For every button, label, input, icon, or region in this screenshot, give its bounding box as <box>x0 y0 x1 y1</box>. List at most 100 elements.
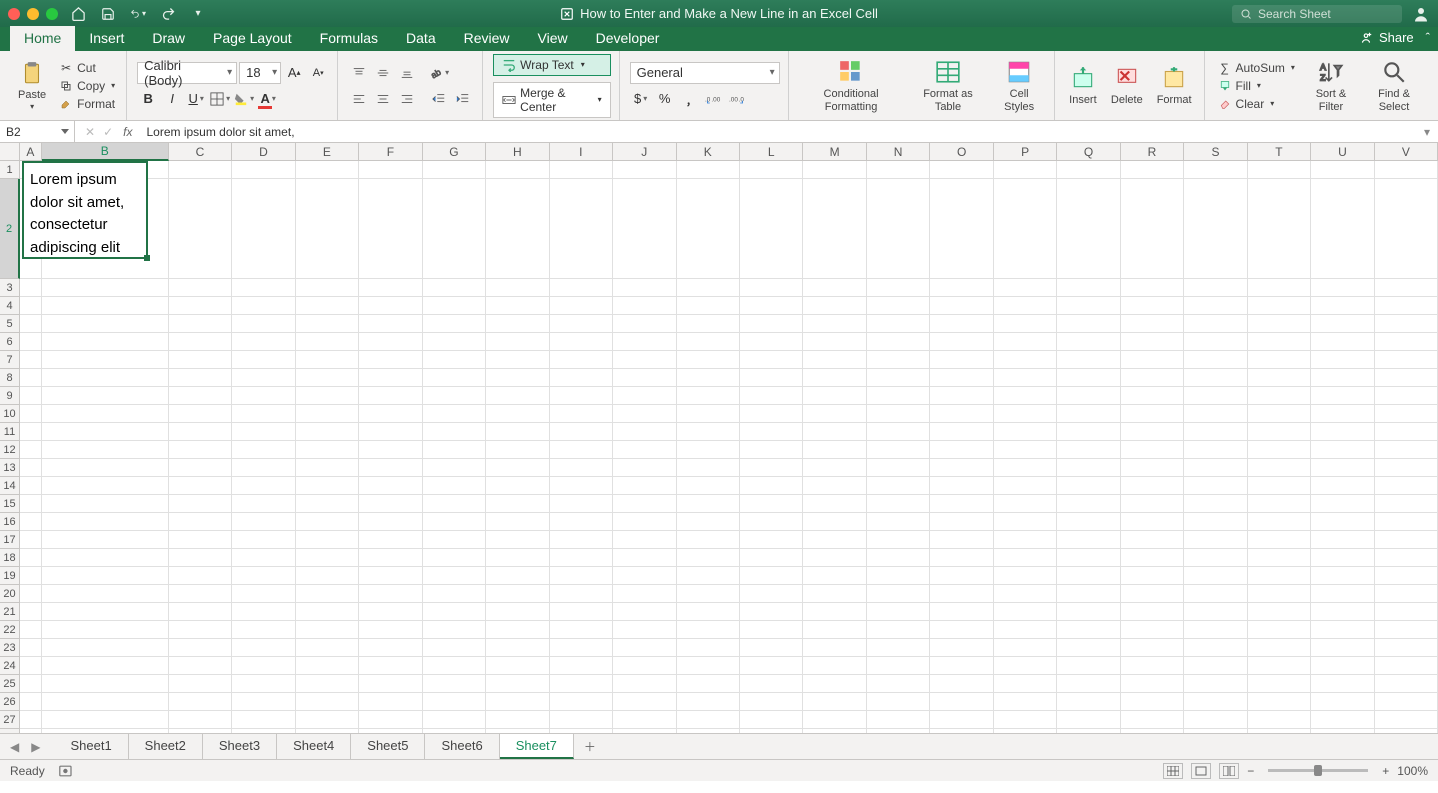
decrease-decimal-button[interactable]: .00.0 <box>726 88 748 110</box>
cell-O3[interactable] <box>930 279 993 297</box>
cell-L14[interactable] <box>740 477 803 495</box>
cell-O6[interactable] <box>930 333 993 351</box>
cell-S6[interactable] <box>1184 333 1247 351</box>
cell-P9[interactable] <box>994 387 1057 405</box>
cell-B5[interactable] <box>42 315 169 333</box>
conditional-formatting-button[interactable]: Conditional Formatting <box>799 56 904 114</box>
find-select-button[interactable]: Find & Select <box>1364 56 1424 114</box>
cell-E10[interactable] <box>296 405 359 423</box>
cell-M3[interactable] <box>803 279 866 297</box>
cell-I8[interactable] <box>550 369 613 387</box>
cell-A27[interactable] <box>20 711 42 729</box>
cell-P4[interactable] <box>994 297 1057 315</box>
cell-I28[interactable] <box>550 729 613 733</box>
cell-J20[interactable] <box>613 585 676 603</box>
active-cell[interactable]: Lorem ipsum dolor sit amet, consectetur … <box>22 161 148 259</box>
cell-J2[interactable] <box>613 179 676 279</box>
cell-C14[interactable] <box>169 477 232 495</box>
cell-S8[interactable] <box>1184 369 1247 387</box>
cell-A8[interactable] <box>20 369 42 387</box>
cell-T18[interactable] <box>1248 549 1311 567</box>
cell-D1[interactable] <box>232 161 295 179</box>
cell-R28[interactable] <box>1121 729 1184 733</box>
cell-T27[interactable] <box>1248 711 1311 729</box>
cell-D16[interactable] <box>232 513 295 531</box>
cell-Q11[interactable] <box>1057 423 1120 441</box>
cell-I16[interactable] <box>550 513 613 531</box>
cell-L12[interactable] <box>740 441 803 459</box>
cell-E28[interactable] <box>296 729 359 733</box>
cell-J15[interactable] <box>613 495 676 513</box>
cell-D5[interactable] <box>232 315 295 333</box>
cell-H9[interactable] <box>486 387 549 405</box>
row-header-14[interactable]: 14 <box>0 477 20 495</box>
cell-G19[interactable] <box>423 567 486 585</box>
cell-E1[interactable] <box>296 161 359 179</box>
column-header-J[interactable]: J <box>613 143 676 161</box>
cell-M23[interactable] <box>803 639 866 657</box>
cell-J6[interactable] <box>613 333 676 351</box>
cell-C3[interactable] <box>169 279 232 297</box>
cell-F26[interactable] <box>359 693 422 711</box>
cell-D28[interactable] <box>232 729 295 733</box>
cell-I4[interactable] <box>550 297 613 315</box>
cell-O24[interactable] <box>930 657 993 675</box>
redo-icon[interactable] <box>160 6 176 22</box>
cell-Q13[interactable] <box>1057 459 1120 477</box>
cell-A13[interactable] <box>20 459 42 477</box>
row-header-7[interactable]: 7 <box>0 351 20 369</box>
cell-G17[interactable] <box>423 531 486 549</box>
cell-V16[interactable] <box>1375 513 1438 531</box>
cell-F12[interactable] <box>359 441 422 459</box>
row-header-18[interactable]: 18 <box>0 549 20 567</box>
cell-S25[interactable] <box>1184 675 1247 693</box>
cell-J24[interactable] <box>613 657 676 675</box>
cell-C5[interactable] <box>169 315 232 333</box>
cell-H28[interactable] <box>486 729 549 733</box>
cell-F25[interactable] <box>359 675 422 693</box>
cell-T4[interactable] <box>1248 297 1311 315</box>
cell-A20[interactable] <box>20 585 42 603</box>
cell-C25[interactable] <box>169 675 232 693</box>
cell-I22[interactable] <box>550 621 613 639</box>
cell-V8[interactable] <box>1375 369 1438 387</box>
cell-G6[interactable] <box>423 333 486 351</box>
cell-Q21[interactable] <box>1057 603 1120 621</box>
cell-B26[interactable] <box>42 693 169 711</box>
cell-N10[interactable] <box>867 405 930 423</box>
cell-B23[interactable] <box>42 639 169 657</box>
cell-R5[interactable] <box>1121 315 1184 333</box>
cell-H15[interactable] <box>486 495 549 513</box>
comma-format-button[interactable]: ﹐ <box>678 88 700 110</box>
cell-U14[interactable] <box>1311 477 1374 495</box>
cell-B27[interactable] <box>42 711 169 729</box>
column-header-C[interactable]: C <box>169 143 232 161</box>
cell-N20[interactable] <box>867 585 930 603</box>
cell-L23[interactable] <box>740 639 803 657</box>
cell-G22[interactable] <box>423 621 486 639</box>
cell-O5[interactable] <box>930 315 993 333</box>
cell-D24[interactable] <box>232 657 295 675</box>
cell-B9[interactable] <box>42 387 169 405</box>
cell-U6[interactable] <box>1311 333 1374 351</box>
cell-T15[interactable] <box>1248 495 1311 513</box>
cell-styles-button[interactable]: Cell Styles <box>992 56 1046 114</box>
cell-M6[interactable] <box>803 333 866 351</box>
column-header-I[interactable]: I <box>550 143 613 161</box>
cell-U28[interactable] <box>1311 729 1374 733</box>
cell-B7[interactable] <box>42 351 169 369</box>
cell-V7[interactable] <box>1375 351 1438 369</box>
cell-E2[interactable] <box>296 179 359 279</box>
cell-R7[interactable] <box>1121 351 1184 369</box>
cell-A4[interactable] <box>20 297 42 315</box>
cell-T5[interactable] <box>1248 315 1311 333</box>
cell-H21[interactable] <box>486 603 549 621</box>
cell-Q3[interactable] <box>1057 279 1120 297</box>
cell-E24[interactable] <box>296 657 359 675</box>
cell-N6[interactable] <box>867 333 930 351</box>
cell-F5[interactable] <box>359 315 422 333</box>
cell-Q26[interactable] <box>1057 693 1120 711</box>
page-break-view-button[interactable] <box>1219 763 1239 779</box>
add-sheet-button[interactable]: ＋ <box>574 734 606 759</box>
cell-F3[interactable] <box>359 279 422 297</box>
